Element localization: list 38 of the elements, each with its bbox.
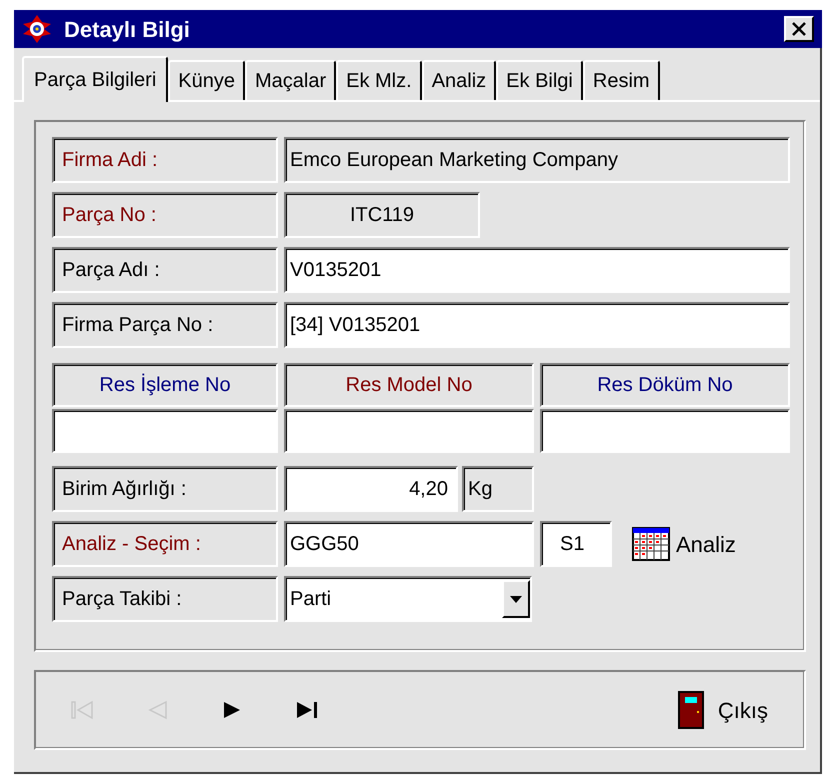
text-field[interactable]: GGG50 bbox=[284, 521, 534, 567]
tab[interactable]: Maçalar bbox=[244, 60, 336, 100]
text-field[interactable] bbox=[284, 409, 534, 453]
field-label: Parça Takibi : bbox=[52, 576, 278, 622]
text-field[interactable]: V0135201 bbox=[284, 247, 790, 293]
close-button[interactable] bbox=[784, 16, 814, 42]
close-icon bbox=[792, 22, 806, 36]
tab[interactable]: Analiz bbox=[422, 60, 496, 100]
unit-label: Kg bbox=[462, 466, 534, 512]
door-icon bbox=[678, 691, 704, 729]
exit-button[interactable]: Çıkış bbox=[678, 691, 768, 729]
dropdown[interactable]: Parti bbox=[284, 576, 532, 622]
calendar-icon bbox=[632, 527, 670, 561]
last-record-icon[interactable] bbox=[294, 699, 320, 721]
text-field[interactable] bbox=[52, 409, 278, 453]
tab[interactable]: Parça Bilgileri bbox=[22, 56, 168, 102]
field-label: Analiz - Seçim : bbox=[52, 521, 278, 567]
weight-field[interactable]: 4,20 bbox=[284, 466, 458, 512]
code-field[interactable]: S1 bbox=[540, 521, 612, 567]
app-logo-icon bbox=[22, 14, 52, 44]
column-header: Res Model No bbox=[284, 363, 534, 407]
dropdown-arrow-button[interactable] bbox=[502, 580, 530, 618]
field-label: Firma Parça No : bbox=[52, 302, 278, 348]
window-title: Detaylı Bilgi bbox=[64, 16, 191, 44]
tab[interactable]: Ek Mlz. bbox=[336, 60, 422, 100]
field-label: Birim Ağırlığı : bbox=[52, 466, 278, 512]
tab[interactable]: Resim bbox=[582, 60, 660, 100]
tab[interactable]: Künye bbox=[168, 60, 245, 100]
field-label: Parça No : bbox=[52, 192, 278, 238]
column-header: Res İşleme No bbox=[52, 363, 278, 407]
column-header: Res Döküm No bbox=[540, 363, 790, 407]
tab[interactable]: Ek Bilgi bbox=[496, 60, 583, 100]
field-label: Parça Adı : bbox=[52, 247, 278, 293]
analysis-button[interactable]: Analiz bbox=[632, 527, 736, 561]
caret-icon bbox=[510, 596, 522, 602]
field-label: Firma Adi : bbox=[52, 137, 278, 183]
text-field[interactable] bbox=[540, 409, 790, 453]
text-field[interactable]: [34] V0135201 bbox=[284, 302, 790, 348]
